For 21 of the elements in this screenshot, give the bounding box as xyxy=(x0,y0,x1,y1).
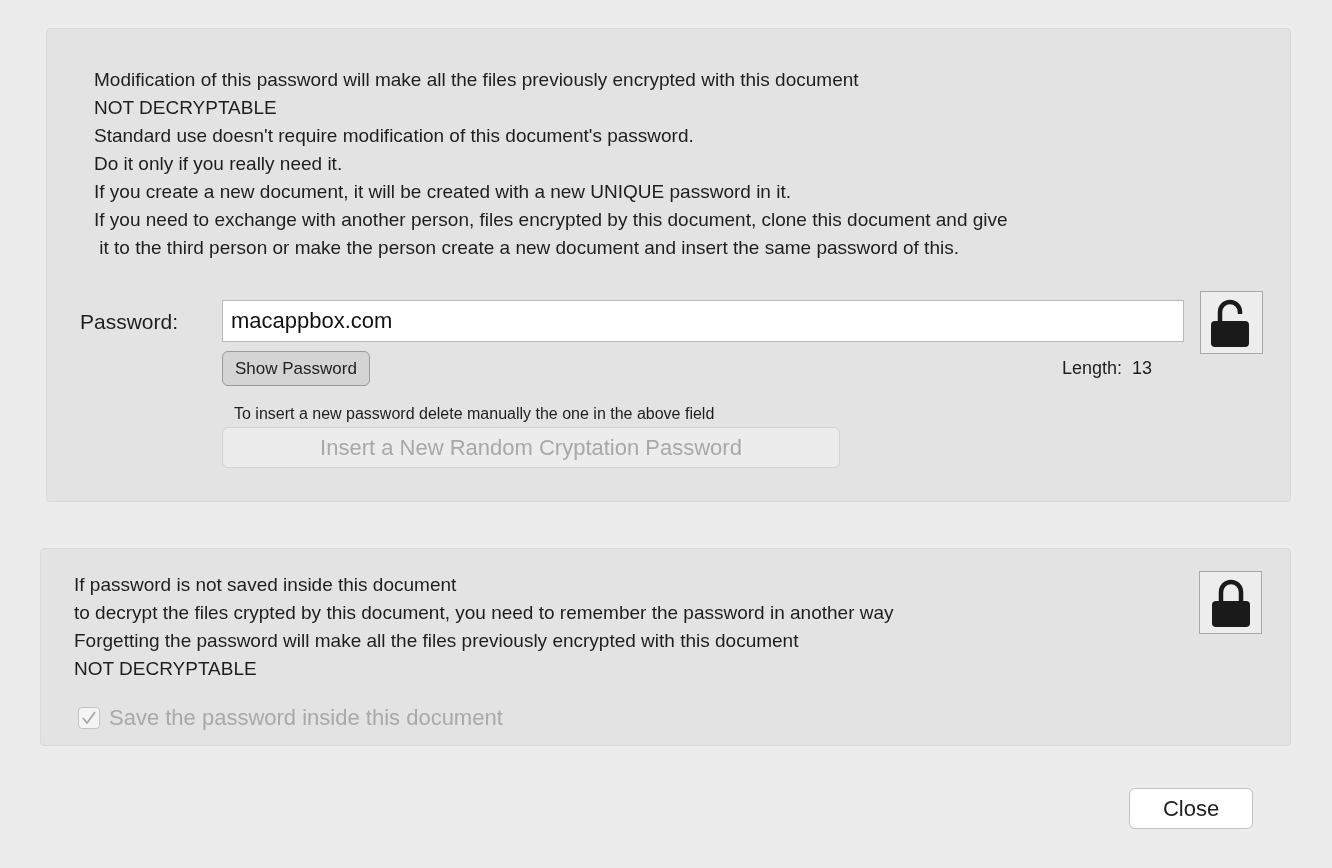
warning-text: it to the third person or make the person create a new document and insert the same password of this. xyxy=(98,236,959,260)
password-label: Password: xyxy=(80,309,180,334)
info-text: Forgetting the password will make all the files previously encrypted with this document xyxy=(74,629,799,653)
info-text: to decrypt the files crypted by this document, you need to remember the password in another way xyxy=(74,601,894,625)
length-label: Length: xyxy=(1061,358,1122,379)
warning-text: If you create a new document, it will be created with a new UNIQUE password in it. xyxy=(94,180,791,204)
checkbox-label: Save the password inside this document xyxy=(109,705,503,731)
info-text: NOT DECRYPTABLE xyxy=(74,657,257,681)
warning-text: Modification of this password will make all the files previously encrypted with this document xyxy=(94,68,859,92)
close-button[interactable]: Close xyxy=(1129,788,1253,829)
length-value: 13 xyxy=(1131,358,1152,379)
hint-text: To insert a new password delete manually the one in the above field xyxy=(234,405,715,423)
warning-text: If you need to exchange with another person, files encrypted by this document, clone this document and give xyxy=(94,208,1008,232)
warning-text: NOT DECRYPTABLE xyxy=(94,96,277,120)
warning-text: Standard use doesn't require modification of this document's password. xyxy=(94,124,694,148)
info-text: If password is not saved inside this document xyxy=(74,573,457,597)
warning-text: Do it only if you really need it. xyxy=(94,152,343,176)
password-field[interactable]: macappbox.com xyxy=(222,300,1184,342)
show-password-button[interactable]: Show Password xyxy=(222,351,370,386)
lock-button[interactable] xyxy=(1199,571,1262,634)
lock-button[interactable] xyxy=(1200,291,1263,354)
